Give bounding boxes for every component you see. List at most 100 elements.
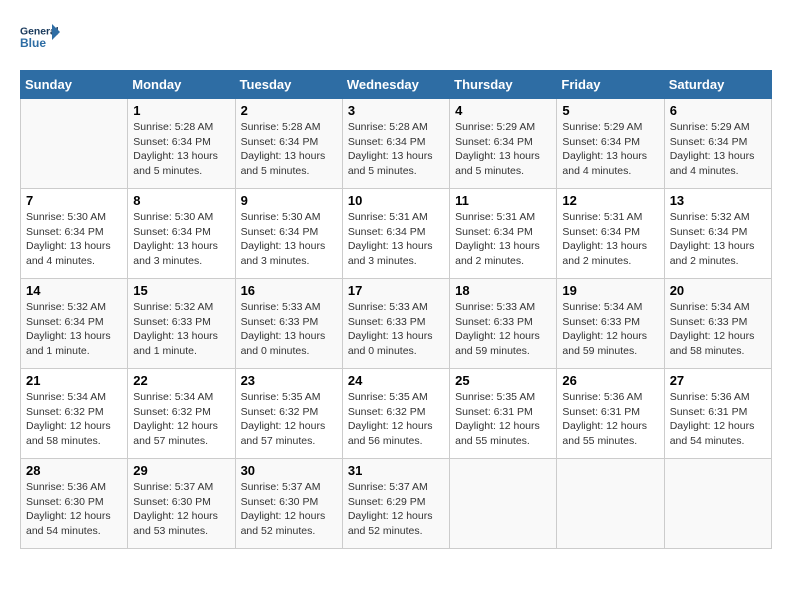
- calendar-cell: 26 Sunrise: 5:36 AMSunset: 6:31 PMDayligh…: [557, 369, 664, 459]
- day-info: Sunrise: 5:29 AMSunset: 6:34 PMDaylight:…: [670, 120, 766, 179]
- day-number: 6: [670, 103, 766, 118]
- calendar-cell: 28Sunrise: 5:36 AMSunset: 6:30 PMDayligh…: [21, 459, 128, 549]
- calendar-cell: 4 Sunrise: 5:29 AMSunset: 6:34 PMDaylight…: [450, 99, 557, 189]
- day-number: 5: [562, 103, 658, 118]
- day-number: 20: [670, 283, 766, 298]
- day-number: 1: [133, 103, 229, 118]
- weekday-header: Saturday: [664, 71, 771, 99]
- svg-text:Blue: Blue: [20, 36, 46, 50]
- day-info: Sunrise: 5:34 AMSunset: 6:33 PMDaylight:…: [670, 300, 766, 359]
- day-info: Sunrise: 5:28 AMSunset: 6:34 PMDaylight:…: [348, 120, 444, 179]
- day-number: 11: [455, 193, 551, 208]
- calendar-cell: 31 Sunrise: 5:37 AMSunset: 6:29 PMDayligh…: [342, 459, 449, 549]
- calendar-cell: 14 Sunrise: 5:32 AMSunset: 6:34 PMDayligh…: [21, 279, 128, 369]
- calendar-cell: 6 Sunrise: 5:29 AMSunset: 6:34 PMDaylight…: [664, 99, 771, 189]
- weekday-header: Sunday: [21, 71, 128, 99]
- day-info: Sunrise: 5:30 AMSunset: 6:34 PMDaylight:…: [26, 210, 122, 269]
- calendar-cell: 18 Sunrise: 5:33 AMSunset: 6:33 PMDayligh…: [450, 279, 557, 369]
- day-number: 30: [241, 463, 337, 478]
- calendar-cell: 9 Sunrise: 5:30 AMSunset: 6:34 PMDaylight…: [235, 189, 342, 279]
- day-number: 7: [26, 193, 122, 208]
- calendar-cell: 1 Sunrise: 5:28 AMSunset: 6:34 PMDaylight…: [128, 99, 235, 189]
- calendar-cell: 23 Sunrise: 5:35 AMSunset: 6:32 PMDayligh…: [235, 369, 342, 459]
- day-info: Sunrise: 5:33 AMSunset: 6:33 PMDaylight:…: [455, 300, 551, 359]
- day-info: Sunrise: 5:30 AMSunset: 6:34 PMDaylight:…: [241, 210, 337, 269]
- day-info: Sunrise: 5:32 AMSunset: 6:34 PMDaylight:…: [670, 210, 766, 269]
- day-number: 28: [26, 463, 122, 478]
- weekday-header-row: SundayMondayTuesdayWednesdayThursdayFrid…: [21, 71, 772, 99]
- calendar-cell: 25Sunrise: 5:35 AMSunset: 6:31 PMDayligh…: [450, 369, 557, 459]
- day-info: Sunrise: 5:36 AMSunset: 6:31 PMDaylight:…: [670, 390, 766, 449]
- day-number: 24: [348, 373, 444, 388]
- calendar-cell: 10 Sunrise: 5:31 AMSunset: 6:34 PMDayligh…: [342, 189, 449, 279]
- calendar-cell: 24 Sunrise: 5:35 AMSunset: 6:32 PMDayligh…: [342, 369, 449, 459]
- weekday-header: Tuesday: [235, 71, 342, 99]
- day-number: 25: [455, 373, 551, 388]
- weekday-header: Friday: [557, 71, 664, 99]
- day-number: 4: [455, 103, 551, 118]
- calendar-cell: 15 Sunrise: 5:32 AMSunset: 6:33 PMDayligh…: [128, 279, 235, 369]
- calendar-cell: 8Sunrise: 5:30 AMSunset: 6:34 PMDaylight…: [128, 189, 235, 279]
- calendar-cell: 3 Sunrise: 5:28 AMSunset: 6:34 PMDaylight…: [342, 99, 449, 189]
- day-info: Sunrise: 5:29 AMSunset: 6:34 PMDaylight:…: [562, 120, 658, 179]
- day-number: 14: [26, 283, 122, 298]
- calendar-cell: [557, 459, 664, 549]
- day-info: Sunrise: 5:37 AMSunset: 6:30 PMDaylight:…: [133, 480, 229, 539]
- day-info: Sunrise: 5:35 AMSunset: 6:32 PMDaylight:…: [241, 390, 337, 449]
- calendar-cell: 29 Sunrise: 5:37 AMSunset: 6:30 PMDayligh…: [128, 459, 235, 549]
- calendar-week-row: 7 Sunrise: 5:30 AMSunset: 6:34 PMDaylight…: [21, 189, 772, 279]
- day-number: 29: [133, 463, 229, 478]
- calendar-cell: 16Sunrise: 5:33 AMSunset: 6:33 PMDayligh…: [235, 279, 342, 369]
- calendar-cell: [664, 459, 771, 549]
- day-number: 10: [348, 193, 444, 208]
- day-info: Sunrise: 5:33 AMSunset: 6:33 PMDaylight:…: [348, 300, 444, 359]
- calendar-table: SundayMondayTuesdayWednesdayThursdayFrid…: [20, 70, 772, 549]
- day-number: 2: [241, 103, 337, 118]
- logo: General Blue: [20, 20, 64, 60]
- calendar-cell: 20 Sunrise: 5:34 AMSunset: 6:33 PMDayligh…: [664, 279, 771, 369]
- day-number: 9: [241, 193, 337, 208]
- calendar-cell: 30 Sunrise: 5:37 AMSunset: 6:30 PMDayligh…: [235, 459, 342, 549]
- weekday-header: Monday: [128, 71, 235, 99]
- day-info: Sunrise: 5:34 AMSunset: 6:33 PMDaylight:…: [562, 300, 658, 359]
- calendar-cell: [21, 99, 128, 189]
- day-info: Sunrise: 5:35 AMSunset: 6:32 PMDaylight:…: [348, 390, 444, 449]
- calendar-cell: 13Sunrise: 5:32 AMSunset: 6:34 PMDayligh…: [664, 189, 771, 279]
- day-number: 18: [455, 283, 551, 298]
- calendar-cell: 11 Sunrise: 5:31 AMSunset: 6:34 PMDayligh…: [450, 189, 557, 279]
- day-info: Sunrise: 5:36 AMSunset: 6:31 PMDaylight:…: [562, 390, 658, 449]
- day-number: 16: [241, 283, 337, 298]
- weekday-header: Thursday: [450, 71, 557, 99]
- calendar-cell: 5 Sunrise: 5:29 AMSunset: 6:34 PMDaylight…: [557, 99, 664, 189]
- logo-icon: General Blue: [20, 20, 60, 60]
- day-number: 22: [133, 373, 229, 388]
- day-info: Sunrise: 5:31 AMSunset: 6:34 PMDaylight:…: [562, 210, 658, 269]
- day-number: 12: [562, 193, 658, 208]
- weekday-header: Wednesday: [342, 71, 449, 99]
- calendar-week-row: 1 Sunrise: 5:28 AMSunset: 6:34 PMDaylight…: [21, 99, 772, 189]
- day-info: Sunrise: 5:28 AMSunset: 6:34 PMDaylight:…: [241, 120, 337, 179]
- calendar-cell: 17 Sunrise: 5:33 AMSunset: 6:33 PMDayligh…: [342, 279, 449, 369]
- day-info: Sunrise: 5:37 AMSunset: 6:29 PMDaylight:…: [348, 480, 444, 539]
- calendar-cell: 27Sunrise: 5:36 AMSunset: 6:31 PMDayligh…: [664, 369, 771, 459]
- day-info: Sunrise: 5:31 AMSunset: 6:34 PMDaylight:…: [348, 210, 444, 269]
- day-number: 31: [348, 463, 444, 478]
- day-info: Sunrise: 5:34 AMSunset: 6:32 PMDaylight:…: [133, 390, 229, 449]
- day-info: Sunrise: 5:28 AMSunset: 6:34 PMDaylight:…: [133, 120, 229, 179]
- day-info: Sunrise: 5:32 AMSunset: 6:33 PMDaylight:…: [133, 300, 229, 359]
- day-info: Sunrise: 5:37 AMSunset: 6:30 PMDaylight:…: [241, 480, 337, 539]
- calendar-week-row: 28Sunrise: 5:36 AMSunset: 6:30 PMDayligh…: [21, 459, 772, 549]
- day-number: 8: [133, 193, 229, 208]
- page-header: General Blue: [20, 20, 772, 60]
- day-info: Sunrise: 5:34 AMSunset: 6:32 PMDaylight:…: [26, 390, 122, 449]
- day-number: 3: [348, 103, 444, 118]
- calendar-cell: 22 Sunrise: 5:34 AMSunset: 6:32 PMDayligh…: [128, 369, 235, 459]
- day-number: 15: [133, 283, 229, 298]
- day-number: 26: [562, 373, 658, 388]
- day-number: 23: [241, 373, 337, 388]
- day-info: Sunrise: 5:31 AMSunset: 6:34 PMDaylight:…: [455, 210, 551, 269]
- day-info: Sunrise: 5:32 AMSunset: 6:34 PMDaylight:…: [26, 300, 122, 359]
- calendar-cell: [450, 459, 557, 549]
- day-info: Sunrise: 5:29 AMSunset: 6:34 PMDaylight:…: [455, 120, 551, 179]
- day-number: 17: [348, 283, 444, 298]
